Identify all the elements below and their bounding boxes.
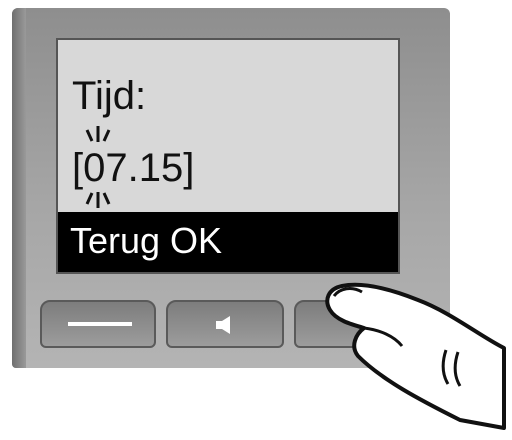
softkey-bar: Terug OK: [58, 212, 398, 272]
time-input-field[interactable]: [07.15]: [72, 146, 194, 190]
phone-edge: [12, 8, 26, 368]
screen-label: Tijd:: [72, 74, 147, 118]
speaker-icon: [216, 316, 230, 334]
dash-icon: [68, 322, 132, 326]
blink-indicator-top-icon: [85, 126, 111, 142]
display-screen: Tijd: [07.15] Terug OK: [56, 38, 400, 274]
blink-indicator-bottom-icon: [85, 192, 111, 208]
softkey-labels: Terug OK: [70, 220, 223, 261]
left-softkey-button[interactable]: [40, 300, 156, 348]
pointing-finger-icon: [325, 282, 506, 430]
speaker-button[interactable]: [166, 300, 284, 348]
